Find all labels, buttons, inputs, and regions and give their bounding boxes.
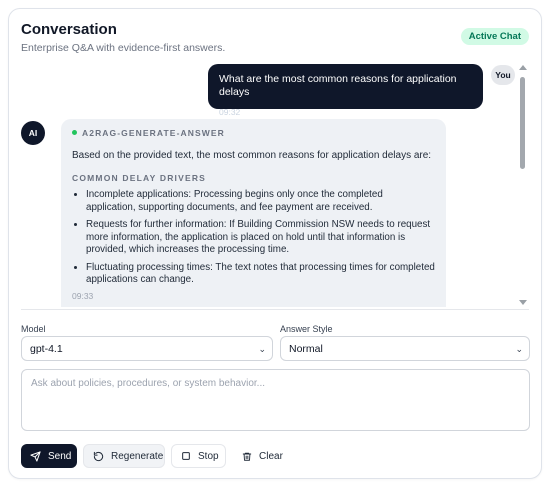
assistant-avatar: AI [21,121,45,145]
trash-icon [242,451,252,462]
send-button-label: Send [48,450,72,462]
answer-style-value: Normal [289,343,323,355]
model-select-value: gpt-4.1 [30,343,63,355]
page-title: Conversation [21,21,117,38]
assistant-message: A2RAG-GENERATE-ANSWER Based on the provi… [61,119,446,307]
clear-button[interactable]: Clear [233,444,283,468]
user-message: What are the most common reasons for app… [208,64,483,117]
user-message-time: 09:32 [219,107,241,117]
tool-label-text: A2RAG-GENERATE-ANSWER [82,128,225,138]
scroll-down-icon[interactable] [519,300,527,305]
scroll-up-icon[interactable] [519,65,527,70]
user-avatar: You [491,65,515,85]
list-item: Incomplete applications: Processing begi… [86,189,435,214]
section-title: COMMON DELAY DRIVERS [72,173,207,183]
status-dot-icon [72,130,77,135]
bullet-list: Incomplete applications: Processing begi… [72,189,435,287]
regenerate-button[interactable]: Regenerate [83,444,165,468]
stop-button-label: Stop [198,450,219,462]
chevron-down-icon: ⌄ [258,344,266,354]
regenerate-button-label: Regenerate [111,450,164,462]
answer-style-label: Answer Style [280,324,333,334]
conversation-header: Conversation Enterprise Q&A with evidenc… [21,21,529,61]
assistant-message-time: 09:33 [72,290,94,301]
user-message-text: What are the most common reasons for app… [219,73,457,98]
chevron-down-icon: ⌄ [515,344,523,354]
stop-button[interactable]: Stop [171,444,226,468]
divider [21,309,529,310]
list-item: Requests for further information: If Bui… [86,219,435,257]
model-select[interactable]: gpt-4.1 ⌄ [21,336,273,361]
page-subtitle: Enterprise Q&A with evidence-first answe… [21,42,226,54]
message-list[interactable]: What are the most common reasons for app… [17,61,515,307]
stop-icon [181,451,191,461]
send-button[interactable]: Send [21,444,77,468]
tool-label: A2RAG-GENERATE-ANSWER [72,128,435,138]
question-input-placeholder: Ask about policies, procedures, or syste… [31,378,266,389]
scrollbar-thumb[interactable] [520,77,525,169]
clear-button-label: Clear [259,450,283,462]
model-label: Model [21,324,46,334]
refresh-icon [93,451,104,462]
status-badge: Active Chat [460,28,529,45]
question-input[interactable]: Ask about policies, procedures, or syste… [21,369,530,431]
send-icon [30,450,41,462]
assistant-intro: Based on the provided text, the most com… [72,150,432,161]
conversation-panel: Conversation Enterprise Q&A with evidenc… [8,8,542,479]
answer-style-select[interactable]: Normal ⌄ [280,336,530,361]
list-item: Fluctuating processing times: The text n… [86,262,435,287]
message-scrollbar[interactable] [518,65,528,305]
